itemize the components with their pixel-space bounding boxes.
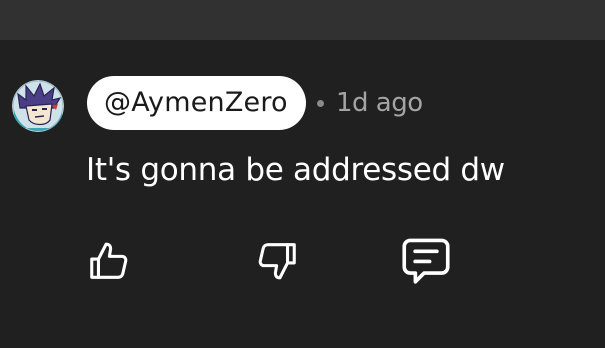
comment-text: It's gonna be addressed dw [86, 152, 505, 188]
user-avatar[interactable] [12, 80, 64, 132]
reply-button[interactable] [397, 232, 455, 290]
thumbs-up-icon [90, 242, 128, 279]
avatar-image [12, 80, 64, 132]
like-button[interactable] [80, 232, 138, 290]
thumbs-down-icon [258, 243, 296, 280]
dislike-button[interactable] [248, 232, 306, 290]
separator-dot [317, 100, 324, 107]
comment-icon [402, 238, 450, 284]
top-bar [0, 0, 605, 40]
comment-item: @AymenZero 1d ago It's gonna be addresse… [0, 40, 605, 348]
author-username[interactable]: @AymenZero [87, 76, 306, 130]
comment-timestamp: 1d ago [336, 88, 423, 118]
